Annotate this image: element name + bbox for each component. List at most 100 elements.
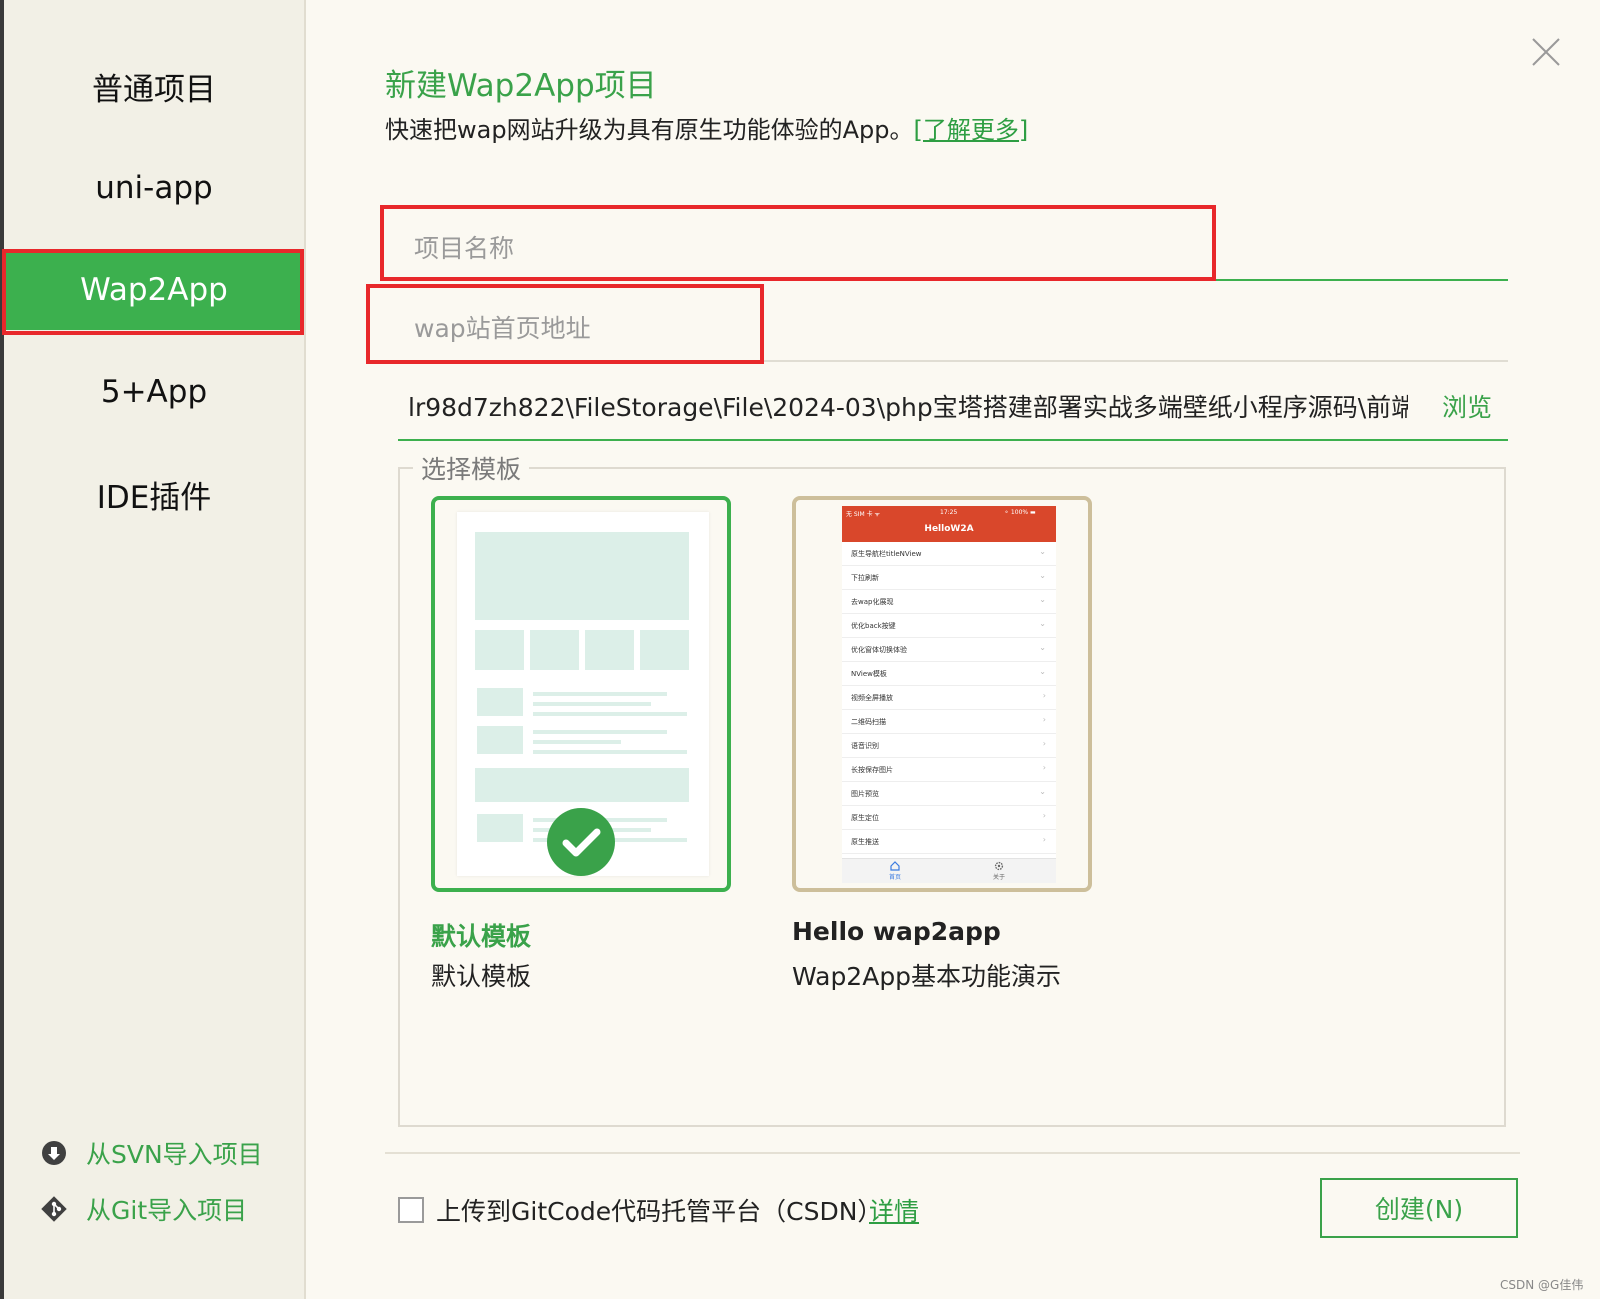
page-title: 新建Wap2App项目	[385, 68, 657, 104]
preview-tab-about: 关于	[993, 874, 1006, 881]
preview-text-line	[533, 712, 687, 716]
preview-banner-block	[475, 532, 689, 620]
homepage-url-underline	[398, 360, 1508, 362]
template-desc-default: 默认模板	[431, 962, 532, 991]
home-icon	[890, 861, 900, 871]
preview-tab-home: 首页	[889, 874, 902, 881]
sidebar-item-label: 普通项目	[92, 71, 216, 108]
homepage-url-field	[398, 298, 758, 358]
sidebar-item-label: Wap2App	[80, 272, 228, 308]
preview-list-row: NView模板 ⌄	[842, 662, 1056, 686]
preview-row-label: 去wap化展现	[851, 598, 894, 606]
learn-more-link[interactable]: [了解更多]	[913, 116, 1028, 144]
project-name-underline	[398, 279, 1508, 281]
gear-icon	[994, 861, 1004, 871]
preview-app-title: HelloW2A	[924, 524, 974, 534]
svn-import-icon	[42, 1141, 66, 1165]
preview-row-label: 原生推送	[851, 838, 879, 846]
location-underline	[398, 439, 1508, 441]
browse-button[interactable]: 浏览	[1442, 388, 1492, 424]
details-link[interactable]: 详情	[869, 1192, 919, 1228]
template-card-hello-wap2app[interactable]: 无 SIM 卡 ᯤ 17:25 ⚬ 100% ▬ HelloW2A 原生导航栏t…	[792, 496, 1092, 892]
preview-row-label: 视频全屏播放	[851, 694, 893, 702]
chevron-down-icon: ⌄	[1039, 571, 1046, 580]
sidebar-item-ide-plugin[interactable]: IDE插件	[4, 454, 304, 534]
chevron-right-icon: ›	[1042, 835, 1046, 844]
project-name-input[interactable]	[398, 233, 1198, 263]
preview-text-line	[533, 740, 621, 744]
preview-app-header: 无 SIM 卡 ᯤ 17:25 ⚬ 100% ▬ HelloW2A	[842, 506, 1056, 542]
preview-status-carrier: 无 SIM 卡 ᯤ	[846, 511, 880, 518]
create-button[interactable]: 创建(N)	[1320, 1178, 1518, 1238]
preview-list-row: 长按保存图片 ›	[842, 758, 1056, 782]
chevron-right-icon: ›	[1042, 763, 1046, 772]
template-name-default: 默认模板	[431, 922, 532, 951]
preview-thumb-block	[477, 726, 523, 754]
chevron-right-icon: ›	[1042, 739, 1046, 748]
sidebar-item-uni-app[interactable]: uni-app	[4, 148, 304, 228]
preview-tile-block	[585, 630, 634, 670]
preview-thumb-block	[477, 814, 523, 842]
preview-list-row: 视频全屏播放 ›	[842, 686, 1056, 710]
preview-list-row: 语音识别 ›	[842, 734, 1056, 758]
selected-check-icon	[547, 808, 615, 876]
preview-tile-block	[530, 630, 579, 670]
location-path[interactable]: lr98d7zh822\FileStorage\File\2024-03\php…	[408, 388, 1408, 424]
preview-row-label: 原生定位	[851, 814, 879, 822]
preview-row-label: 图片预览	[851, 790, 879, 798]
preview-list-row: 下拉刷新 ⌄	[842, 566, 1056, 590]
import-svn-link[interactable]: 从SVN导入项目	[40, 1133, 263, 1173]
git-icon	[41, 1196, 67, 1222]
footer-divider	[385, 1152, 1520, 1154]
new-project-dialog: 普通项目 uni-app Wap2App 5+App IDE插件 从SVN导入项…	[0, 0, 1600, 1299]
import-git-link[interactable]: 从Git导入项目	[40, 1189, 247, 1229]
template-legend: 选择模板	[413, 450, 530, 486]
sidebar-item-normal-project[interactable]: 普通项目	[4, 46, 304, 126]
chevron-down-icon: ⌄	[1039, 787, 1046, 796]
chevron-down-icon: ⌄	[1039, 643, 1046, 652]
preview-text-line	[533, 750, 687, 754]
import-git-label: 从Git导入项目	[86, 1196, 248, 1225]
page-subtitle: 快速把wap网站升级为具有原生功能体验的App。[了解更多]	[385, 110, 1028, 145]
chevron-down-icon: ⌄	[1039, 547, 1046, 556]
homepage-url-input[interactable]	[398, 313, 758, 343]
chevron-right-icon: ›	[1042, 715, 1046, 724]
sidebar-item-label: uni-app	[95, 170, 213, 206]
preview-list-row: 优化窗体切换体验 ⌄	[842, 638, 1056, 662]
preview-list-row: 图片预览 ⌄	[842, 782, 1056, 806]
preview-row-label: 下拉刷新	[851, 574, 879, 582]
template-card-default[interactable]	[431, 496, 731, 892]
preview-thumb-block	[477, 688, 523, 716]
preview-list-row: 二维码扫描 ›	[842, 710, 1056, 734]
preview-tile-block	[640, 630, 689, 670]
sidebar-item-5plus-app[interactable]: 5+App	[4, 352, 304, 432]
sidebar-item-label: IDE插件	[96, 479, 212, 516]
preview-row-label: 原生导航栏titleNView	[851, 550, 922, 558]
chevron-right-icon: ›	[1042, 811, 1046, 820]
chevron-down-icon: ⌄	[1039, 619, 1046, 628]
preview-text-line	[533, 730, 667, 734]
preview-list-row: 原生导航栏titleNView ⌄	[842, 542, 1056, 566]
chevron-down-icon: ⌄	[1039, 595, 1046, 604]
preview-row-label: 优化back按键	[851, 622, 896, 630]
chevron-down-icon: ⌄	[1039, 667, 1046, 676]
preview-list-row: 优化back按键 ⌄	[842, 614, 1056, 638]
sidebar-item-wap2app[interactable]: Wap2App	[4, 250, 304, 330]
preview-tab-bar: 首页 关于	[842, 858, 1056, 883]
chevron-right-icon: ›	[1042, 691, 1046, 700]
preview-tile-block	[475, 630, 524, 670]
preview-row-label: NView模板	[851, 670, 887, 678]
preview-text-line	[533, 702, 651, 706]
preview-list-row: 去wap化展现 ⌄	[842, 590, 1056, 614]
hello-template-preview: 无 SIM 卡 ᯤ 17:25 ⚬ 100% ▬ HelloW2A 原生导航栏t…	[842, 506, 1056, 883]
template-name-hello: Hello wap2app	[792, 917, 1001, 946]
preview-status-time: 17:25	[940, 509, 958, 516]
preview-list-row: 原生推送 ›	[842, 830, 1056, 854]
close-icon[interactable]	[1530, 36, 1562, 68]
preview-text-line	[533, 692, 667, 696]
upload-gitcode-checkbox[interactable]	[398, 1197, 424, 1223]
preview-status-battery: ⚬ 100% ▬	[1004, 509, 1036, 516]
watermark: CSDN @G佳伟	[1500, 1278, 1584, 1292]
import-svn-label: 从SVN导入项目	[86, 1140, 263, 1169]
preview-wide-block	[475, 768, 689, 802]
